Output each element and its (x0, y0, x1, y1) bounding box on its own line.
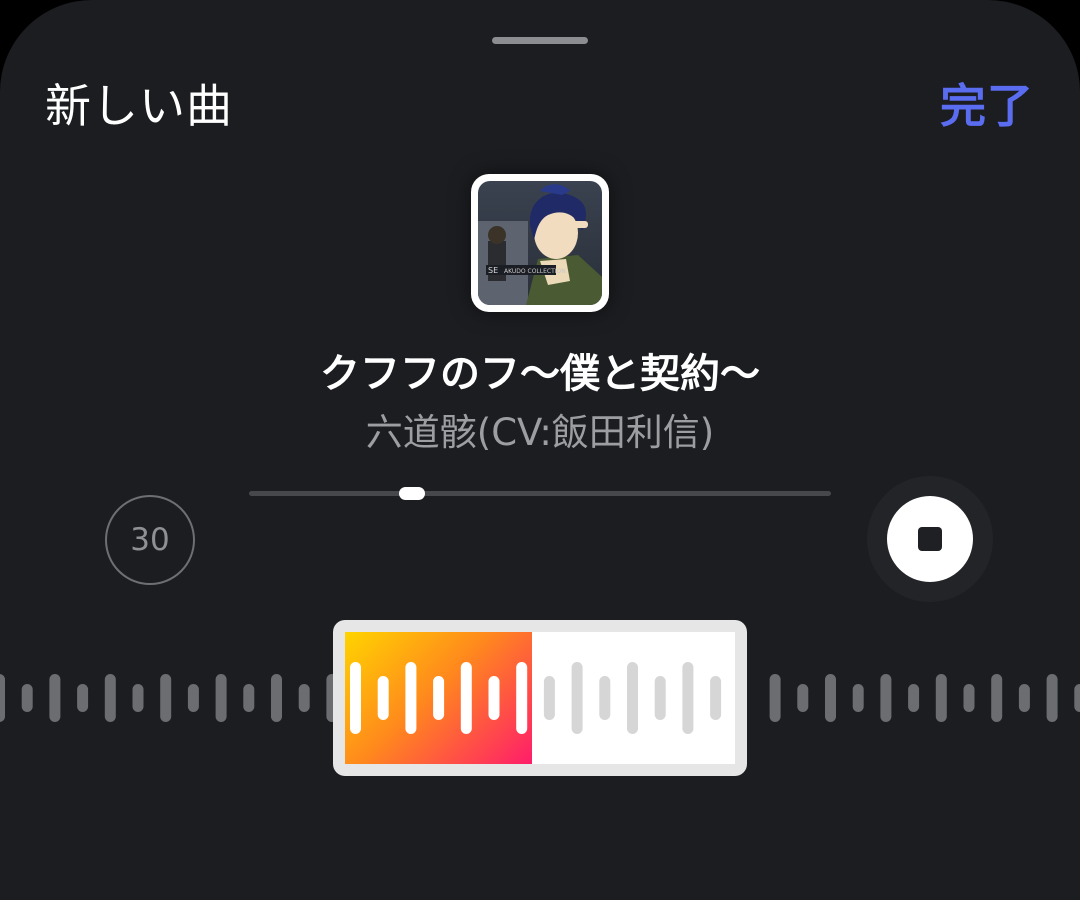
waveform-bar (0, 674, 5, 722)
waveform-bar (132, 684, 144, 712)
clip-waveform-bar (350, 662, 361, 734)
waveform-bar (991, 674, 1003, 722)
clip-waveform-bar (433, 676, 445, 720)
clip-waveform-bar (377, 676, 389, 720)
clip-waveform-bar (460, 662, 472, 734)
waveform-bar (215, 674, 227, 722)
waveform-bar (1046, 674, 1058, 722)
clip-waveform-bar (516, 662, 528, 734)
waveform-bar (852, 684, 864, 712)
clip-window[interactable] (345, 632, 735, 764)
clip-waveform-bar (571, 662, 583, 734)
music-picker-sheet: 新しい曲 完了 SE AKUDO COLLECTION クフフのフ〜僕と契約〜 … (0, 0, 1080, 900)
waveform-bar (104, 674, 116, 722)
waveform-bar (1074, 684, 1080, 712)
waveform-bar (880, 674, 892, 722)
waveform-bar (271, 674, 282, 722)
waveform-bar (77, 684, 89, 712)
playback-thumb[interactable] (398, 487, 425, 500)
waveform-bar (797, 684, 809, 712)
clip-waveform-bar (488, 676, 500, 720)
waveform-bar (825, 674, 836, 722)
album-art: SE AKUDO COLLECTION (471, 174, 609, 312)
playback-track[interactable] (249, 491, 831, 496)
waveform-bar (298, 684, 310, 712)
waveform-bar (21, 684, 33, 712)
svg-text:AKUDO COLLECTION: AKUDO COLLECTION (504, 268, 566, 275)
clip-waveform-bar (543, 676, 555, 720)
clip-waveform (350, 662, 722, 734)
waveform-bar (187, 684, 199, 712)
clip-waveform-bar (710, 676, 722, 720)
page-title: 新しい曲 (45, 79, 233, 133)
clip-waveform-bar (682, 662, 694, 734)
clip-waveform-bar (405, 662, 417, 734)
waveform-bar (1018, 684, 1030, 712)
waveform-bar (908, 684, 920, 712)
svg-text:SE: SE (488, 266, 498, 275)
done-button[interactable]: 完了 (940, 76, 1034, 136)
waveform-bar (160, 674, 172, 722)
waveform-bar (243, 684, 255, 712)
clip-waveform-bar (654, 676, 666, 720)
album-art-image: SE AKUDO COLLECTION (478, 181, 602, 305)
stop-icon (918, 527, 942, 551)
song-artist: 六道骸(CV:飯田利信) (365, 411, 715, 454)
clip-waveform-bar (627, 662, 638, 734)
sheet-grabber[interactable] (492, 37, 588, 44)
song-title: クフフのフ〜僕と契約〜 (320, 351, 760, 397)
waveform-bar (963, 684, 975, 712)
clip-duration-button[interactable]: 30 (105, 495, 195, 585)
waveform-bar (49, 674, 61, 722)
clip-waveform-bar (599, 676, 611, 720)
stop-button[interactable] (887, 496, 973, 582)
waveform-bar (769, 674, 781, 722)
waveform-bar (935, 674, 947, 722)
